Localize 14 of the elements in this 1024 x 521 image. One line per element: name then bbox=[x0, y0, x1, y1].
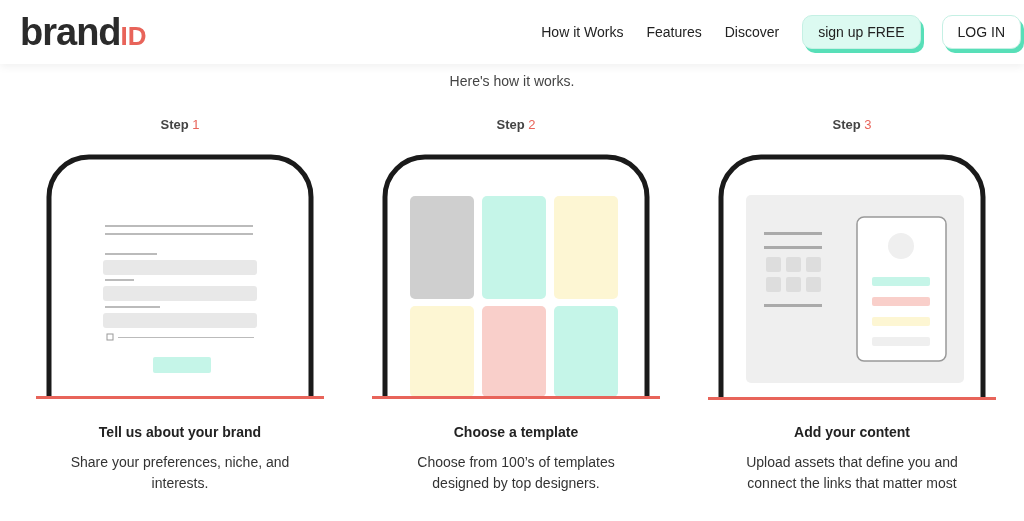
nav-link[interactable]: How it Works bbox=[541, 24, 624, 40]
step-label: Step 2 bbox=[496, 117, 536, 132]
step-label: Step 1 bbox=[160, 117, 200, 132]
step-description: Choose from 100’s of templates designed by top designers. bbox=[416, 453, 616, 493]
section-intro: Here's how it works. bbox=[448, 73, 576, 89]
step-title: Tell us about your brand bbox=[98, 424, 262, 440]
brand-logo[interactable]: brandID bbox=[20, 13, 147, 51]
nav-link[interactable]: Features bbox=[646, 24, 702, 40]
step-title: Choose a template bbox=[453, 424, 579, 440]
step-label: Step 3 bbox=[832, 117, 872, 132]
nav-link[interactable]: Discover bbox=[724, 24, 780, 40]
step-description: Share your preferences, niche, and interests. bbox=[70, 453, 290, 493]
step-title: Add your content bbox=[794, 424, 910, 440]
step-description: Upload assets that define you and connect the links that matter most bbox=[745, 453, 959, 493]
